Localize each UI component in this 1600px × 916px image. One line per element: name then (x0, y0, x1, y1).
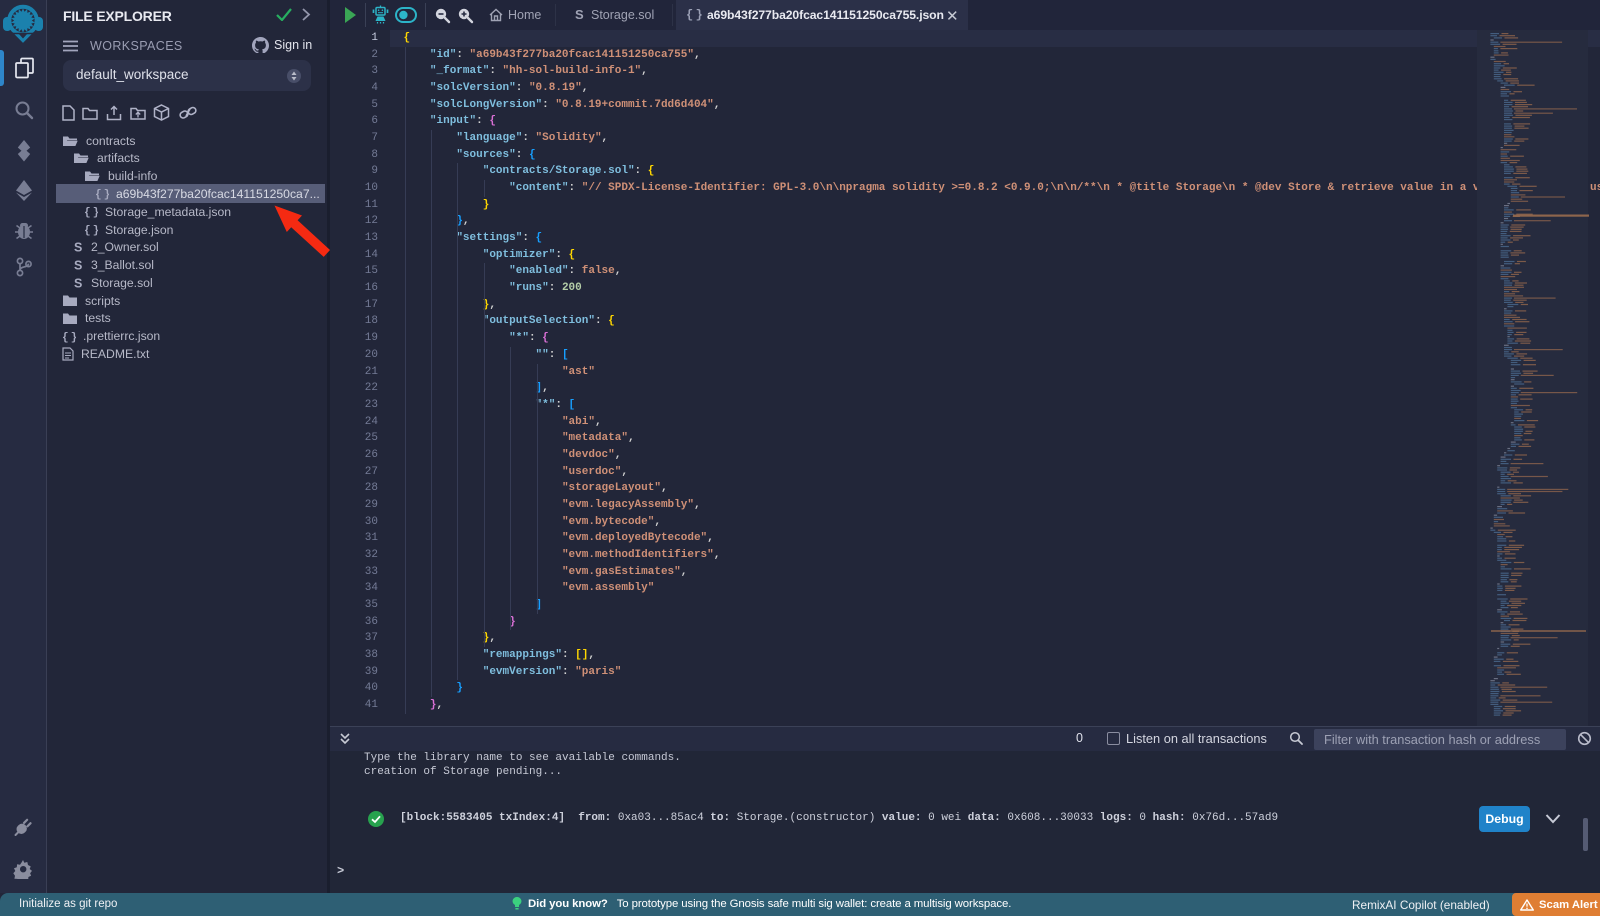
svg-text:{ }: { } (95, 189, 109, 200)
svg-text:{ }: { } (84, 225, 98, 236)
svg-text:{ }: { } (62, 332, 76, 343)
svg-text:S: S (74, 241, 82, 255)
svg-text:{ }: { } (84, 207, 98, 218)
svg-text:S: S (74, 259, 82, 273)
svg-text:S: S (74, 276, 82, 290)
